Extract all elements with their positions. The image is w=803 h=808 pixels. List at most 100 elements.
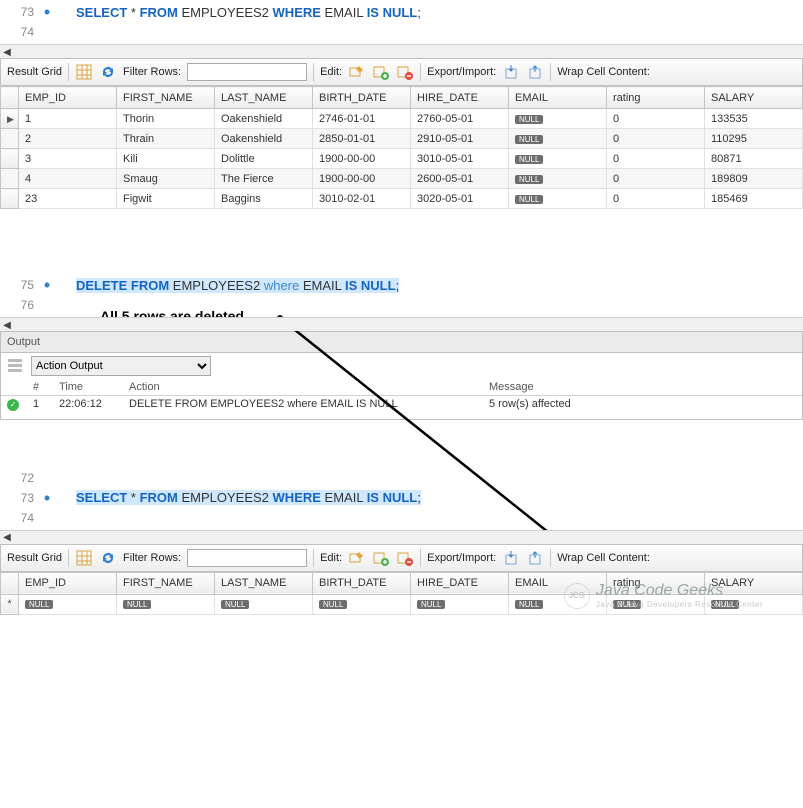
scroll-left-icon[interactable]: ◀ [0, 45, 14, 59]
refresh-icon[interactable] [99, 63, 117, 81]
row-selector[interactable] [1, 169, 19, 189]
edit-row-icon[interactable] [348, 549, 366, 567]
cell[interactable]: 1900-00-00 [313, 149, 411, 169]
row-selector[interactable]: ▶ [1, 109, 19, 129]
cell[interactable]: NULL [411, 594, 509, 614]
cell[interactable]: 189809 [705, 169, 803, 189]
cell[interactable]: 0 [607, 149, 705, 169]
cell[interactable]: 2 [19, 129, 117, 149]
cell[interactable]: NULL [705, 594, 803, 614]
row-selector[interactable] [1, 189, 19, 209]
cell[interactable]: 110295 [705, 129, 803, 149]
cell[interactable]: NULL [313, 594, 411, 614]
column-header[interactable]: EMAIL [509, 572, 607, 594]
cell[interactable]: Dolittle [215, 149, 313, 169]
cell[interactable]: 2760-05-01 [411, 109, 509, 129]
cell[interactable]: NULL [509, 594, 607, 614]
cell[interactable]: 0 [607, 109, 705, 129]
filter-rows-input[interactable] [187, 63, 307, 81]
cell[interactable]: 23 [19, 189, 117, 209]
new-row-indicator[interactable]: * [1, 594, 19, 614]
code-line[interactable]: 73•SELECT * FROM EMPLOYEES2 WHERE EMAIL … [0, 2, 803, 22]
cell[interactable]: 0 [607, 129, 705, 149]
cell[interactable]: Oakenshield [215, 109, 313, 129]
edit-row-icon[interactable] [348, 63, 366, 81]
column-header[interactable]: EMAIL [509, 87, 607, 109]
result-grid-2[interactable]: EMP_IDFIRST_NAMELAST_NAMEBIRTH_DATEHIRE_… [0, 572, 803, 615]
cell[interactable]: 2746-01-01 [313, 109, 411, 129]
cell[interactable]: 2910-05-01 [411, 129, 509, 149]
column-header[interactable]: LAST_NAME [215, 572, 313, 594]
column-header[interactable]: EMP_ID [19, 87, 117, 109]
import-icon[interactable] [526, 549, 544, 567]
output-list-icon[interactable] [7, 357, 23, 376]
table-row[interactable]: 3KiliDolittle1900-00-003010-05-01NULL080… [1, 149, 803, 169]
column-header[interactable]: SALARY [705, 572, 803, 594]
scroll-left-icon[interactable]: ◀ [0, 531, 14, 545]
grid-view-icon[interactable] [75, 549, 93, 567]
column-header[interactable]: LAST_NAME [215, 87, 313, 109]
table-row[interactable]: *NULLNULLNULLNULLNULLNULLNULLNULL [1, 594, 803, 614]
row-selector[interactable] [1, 129, 19, 149]
result-grid-1[interactable]: EMP_IDFIRST_NAMELAST_NAMEBIRTH_DATEHIRE_… [0, 86, 803, 209]
column-header[interactable]: BIRTH_DATE [313, 87, 411, 109]
editor3-scrollbar[interactable]: ◀ [0, 530, 803, 544]
cell[interactable]: 1 [19, 109, 117, 129]
export-icon[interactable] [502, 549, 520, 567]
cell[interactable]: 1900-00-00 [313, 169, 411, 189]
cell[interactable]: 3010-05-01 [411, 149, 509, 169]
cell[interactable]: NULL [509, 109, 607, 129]
cell[interactable]: Oakenshield [215, 129, 313, 149]
cell[interactable]: NULL [509, 169, 607, 189]
cell[interactable]: Thorin [117, 109, 215, 129]
cell[interactable]: Baggins [215, 189, 313, 209]
cell[interactable]: 133535 [705, 109, 803, 129]
scroll-left-icon[interactable]: ◀ [0, 318, 14, 332]
table-row[interactable]: 4SmaugThe Fierce1900-00-002600-05-01NULL… [1, 169, 803, 189]
delete-row-icon[interactable] [396, 549, 414, 567]
column-header[interactable]: HIRE_DATE [411, 87, 509, 109]
export-icon[interactable] [502, 63, 520, 81]
cell[interactable]: 3010-02-01 [313, 189, 411, 209]
cell[interactable]: NULL [607, 594, 705, 614]
row-selector[interactable] [1, 149, 19, 169]
cell[interactable]: NULL [509, 189, 607, 209]
cell[interactable]: NULL [215, 594, 313, 614]
cell[interactable]: 2850-01-01 [313, 129, 411, 149]
column-header[interactable]: rating [607, 87, 705, 109]
cell[interactable]: 3 [19, 149, 117, 169]
cell[interactable]: NULL [509, 129, 607, 149]
grid-view-icon[interactable] [75, 63, 93, 81]
column-header[interactable]: EMP_ID [19, 572, 117, 594]
code-line[interactable]: 75•DELETE FROM EMPLOYEES2 where EMAIL IS… [0, 275, 803, 295]
filter-rows-input[interactable] [187, 549, 307, 567]
cell[interactable]: 0 [607, 189, 705, 209]
column-header[interactable]: FIRST_NAME [117, 572, 215, 594]
cell[interactable]: 2600-05-01 [411, 169, 509, 189]
cell[interactable]: NULL [117, 594, 215, 614]
cell[interactable]: Kili [117, 149, 215, 169]
code-line[interactable]: 74 [0, 22, 803, 42]
add-row-icon[interactable] [372, 549, 390, 567]
column-header[interactable]: SALARY [705, 87, 803, 109]
table-row[interactable]: ▶1ThorinOakenshield2746-01-012760-05-01N… [1, 109, 803, 129]
cell[interactable]: 0 [607, 169, 705, 189]
cell[interactable]: 185469 [705, 189, 803, 209]
delete-row-icon[interactable] [396, 63, 414, 81]
import-icon[interactable] [526, 63, 544, 81]
refresh-icon[interactable] [99, 549, 117, 567]
output-type-select[interactable]: Action Output [31, 356, 211, 376]
table-row[interactable]: 2ThrainOakenshield2850-01-012910-05-01NU… [1, 129, 803, 149]
cell[interactable]: Smaug [117, 169, 215, 189]
column-header[interactable]: HIRE_DATE [411, 572, 509, 594]
add-row-icon[interactable] [372, 63, 390, 81]
cell[interactable]: Figwit [117, 189, 215, 209]
cell[interactable]: The Fierce [215, 169, 313, 189]
cell[interactable]: 80871 [705, 149, 803, 169]
cell[interactable]: Thrain [117, 129, 215, 149]
cell[interactable]: NULL [19, 594, 117, 614]
column-header[interactable]: BIRTH_DATE [313, 572, 411, 594]
table-row[interactable]: 23FigwitBaggins3010-02-013020-05-01NULL0… [1, 189, 803, 209]
column-header[interactable]: rating [607, 572, 705, 594]
cell[interactable]: 4 [19, 169, 117, 189]
